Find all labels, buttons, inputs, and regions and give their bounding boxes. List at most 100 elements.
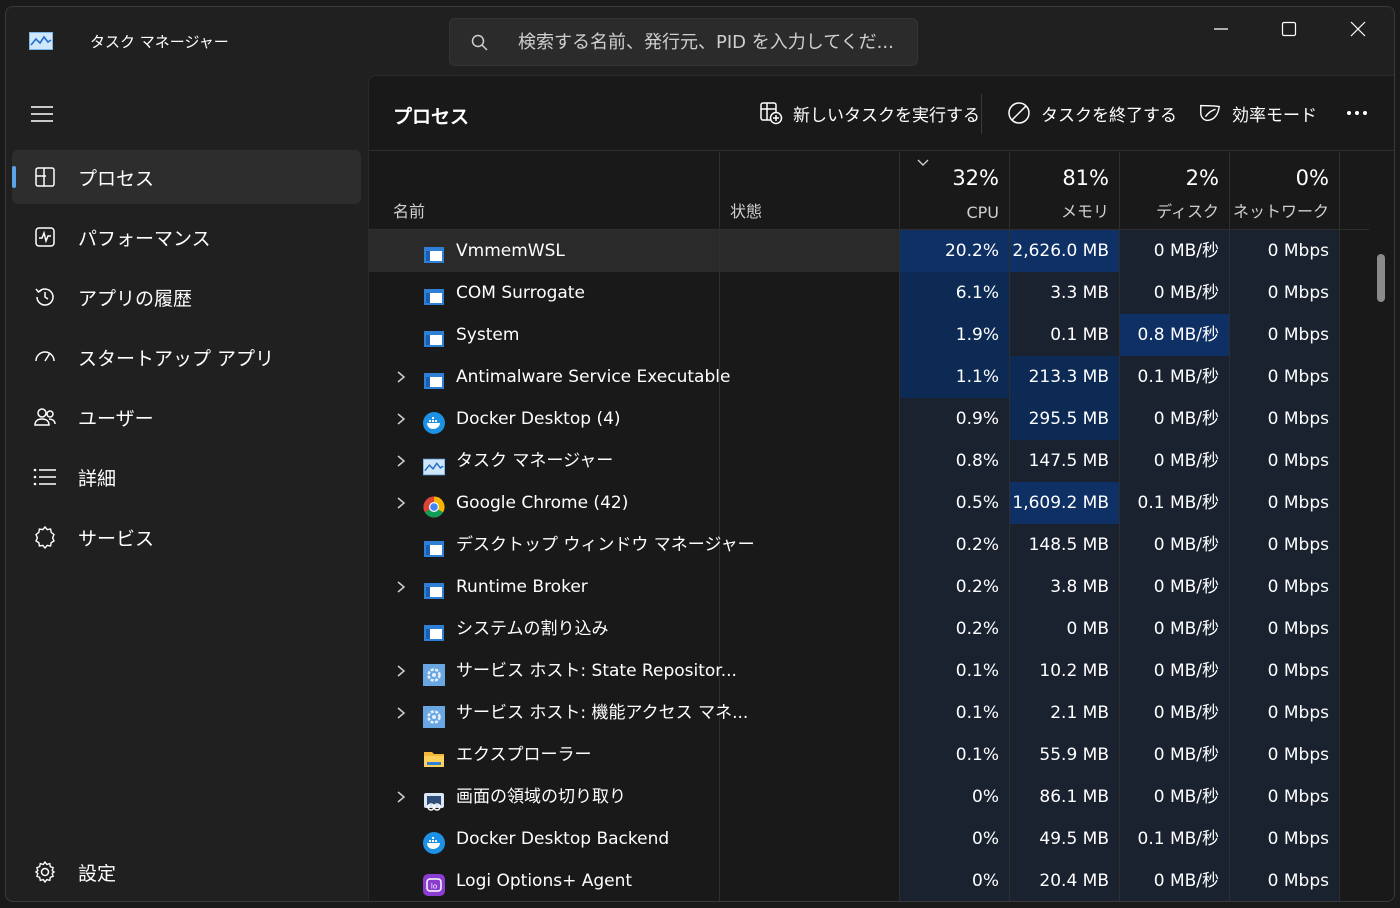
window-app-icon [423,366,445,389]
process-network-cell: 0 Mbps [1230,608,1340,650]
process-memory-cell: 1,609.2 MB [1010,482,1120,524]
table-row[interactable]: デスクトップ ウィンドウ マネージャー 0.2% 148.5 MB 0 MB/秒 0 M… [369,524,1369,566]
table-row[interactable]: サービス ホスト: 機能アクセス マネ... 0.1% 2.1 MB 0 MB/秒 0 … [369,692,1369,734]
process-status-cell [720,566,900,608]
process-name: デスクトップ ウィンドウ マネージャー [456,535,755,555]
column-header-status[interactable]: 状態 [720,152,900,230]
chevron-down-icon [917,159,929,166]
gear-app-icon [423,702,445,728]
process-table: 名前 状態 32% CPU 81% メモリ 2% ディスク 0% ネットワーク … [369,152,1369,901]
table-row[interactable]: lo Logi Options+ Agent 0% 20.4 MB 0 MB/秒 0 Mb… [369,860,1369,901]
sidebar-item-processes[interactable]: プロセス [12,150,361,204]
chevron-right-icon[interactable] [395,664,407,678]
sidebar-item-label: プロセス [78,168,155,190]
table-row[interactable]: VmmemWSL 20.2% 2,626.0 MB 0 MB/秒 0 Mbps [369,230,1369,272]
snipping-tool-icon [423,786,445,811]
chevron-right-icon[interactable] [395,496,407,510]
search-input[interactable] [518,25,908,59]
column-header-memory[interactable]: 81% メモリ [1010,152,1120,230]
table-row[interactable]: Docker Desktop (4) 0.9% 295.5 MB 0 MB/秒 0 Mb… [369,398,1369,440]
efficiency-mode-button[interactable]: 効率モード [1198,96,1317,130]
chevron-right-icon[interactable] [395,370,407,384]
maximize-button[interactable] [1255,7,1323,51]
process-memory-cell: 86.1 MB [1010,776,1120,818]
process-network-cell: 0 Mbps [1230,440,1340,482]
window-app-icon [423,282,445,305]
process-status-cell [720,398,900,440]
chevron-right-icon[interactable] [395,454,407,468]
sidebar-item-label: パフォーマンス [78,228,211,250]
process-disk-cell: 0 MB/秒 [1120,398,1230,440]
table-row[interactable]: システムの割り込み 0.2% 0 MB 0 MB/秒 0 Mbps [369,608,1369,650]
table-row[interactable]: Docker Desktop Backend 0% 49.5 MB 0.1 MB/秒 0… [369,818,1369,860]
table-row[interactable]: エクスプローラー 0.1% 55.9 MB 0 MB/秒 0 Mbps [369,734,1369,776]
window-app-icon [423,324,445,347]
process-status-cell [720,272,900,314]
process-name: タスク マネージャー [456,451,614,471]
page-title: プロセス [393,106,470,128]
table-row[interactable]: Google Chrome (42) 0.5% 1,609.2 MB 0.1 MB/秒… [369,482,1369,524]
process-disk-cell: 0 MB/秒 [1120,734,1230,776]
process-status-cell [720,650,900,692]
column-header-network[interactable]: 0% ネットワーク [1230,152,1340,230]
process-name: Logi Options+ Agent [456,871,633,891]
chevron-right-icon[interactable] [395,580,407,594]
vertical-scrollbar[interactable] [1373,254,1387,304]
process-memory-cell: 2,626.0 MB [1010,230,1120,272]
more-options-button[interactable] [1339,98,1375,128]
chevron-right-icon[interactable] [395,790,407,804]
column-label: 状態 [730,202,763,221]
new-task-icon [760,102,783,125]
svg-text:lo: lo [431,883,437,891]
process-memory-cell: 49.5 MB [1010,818,1120,860]
sidebar-item-app-history[interactable]: アプリの履歴 [12,270,361,324]
process-name: Antimalware Service Executable [456,367,731,387]
table-row[interactable]: タスク マネージャー 0.8% 147.5 MB 0 MB/秒 0 Mbps [369,440,1369,482]
column-header-name[interactable]: 名前 [369,152,720,230]
table-row[interactable]: System 1.9% 0.1 MB 0.8 MB/秒 0 Mbps [369,314,1369,356]
table-row[interactable]: Antimalware Service Executable 1.1% 213.3 … [369,356,1369,398]
sidebar-item-label: 詳細 [78,468,117,490]
column-label: ディスク [1156,202,1219,221]
chevron-right-icon[interactable] [395,706,407,720]
process-cpu-cell: 6.1% [900,272,1010,314]
sidebar-item-users[interactable]: ユーザー [12,390,361,444]
process-name: Runtime Broker [456,577,588,597]
sidebar-item-startup-apps[interactable]: スタートアップ アプリ [12,330,361,384]
chevron-right-icon[interactable] [395,412,407,426]
process-status-cell [720,818,900,860]
end-task-button[interactable]: タスクを終了する [1007,96,1177,130]
process-name: 画面の領域の切り取り [456,787,626,807]
process-disk-cell: 0 MB/秒 [1120,524,1230,566]
table-row[interactable]: 画面の領域の切り取り 0% 86.1 MB 0 MB/秒 0 Mbps [369,776,1369,818]
search-box[interactable] [449,18,918,66]
process-memory-cell: 20.4 MB [1010,860,1120,901]
close-button[interactable] [1324,7,1392,51]
leaf-icon [1200,104,1221,122]
minimize-button[interactable] [1187,7,1255,51]
process-network-cell: 0 Mbps [1230,230,1340,272]
minimize-icon [1214,28,1228,30]
table-body: VmmemWSL 20.2% 2,626.0 MB 0 MB/秒 0 Mbps COM S… [369,230,1369,901]
run-new-task-button[interactable]: 新しいタスクを実行する [759,96,980,130]
process-disk-cell: 0 MB/秒 [1120,776,1230,818]
more-icon-dot [1363,111,1367,115]
sidebar: プロセス パフォーマンス アプリの履歴 スタートアップ アプリ ユーザー 詳細 … [6,75,368,901]
table-header: 名前 状態 32% CPU 81% メモリ 2% ディスク 0% ネットワーク [369,152,1369,230]
network-total: 0% [1295,166,1329,190]
sidebar-item-performance[interactable]: パフォーマンス [12,210,361,264]
table-row[interactable]: サービス ホスト: State Repositor... 0.1% 10.2 MB 0… [369,650,1369,692]
sidebar-item-label: 設定 [78,863,117,885]
table-row[interactable]: Runtime Broker 0.2% 3.8 MB 0 MB/秒 0 Mbps [369,566,1369,608]
process-network-cell: 0 Mbps [1230,398,1340,440]
hamburger-menu-button[interactable] [28,101,56,127]
column-header-cpu[interactable]: 32% CPU [900,152,1010,230]
scrollbar-thumb[interactable] [1377,254,1385,302]
sidebar-item-details[interactable]: 詳細 [12,450,361,504]
column-header-disk[interactable]: 2% ディスク [1120,152,1230,230]
process-network-cell: 0 Mbps [1230,272,1340,314]
table-row[interactable]: COM Surrogate 6.1% 3.3 MB 0 MB/秒 0 Mbps [369,272,1369,314]
sidebar-item-services[interactable]: サービス [12,510,361,564]
sidebar-item-settings[interactable]: 設定 [12,845,361,899]
process-cpu-cell: 0.9% [900,398,1010,440]
